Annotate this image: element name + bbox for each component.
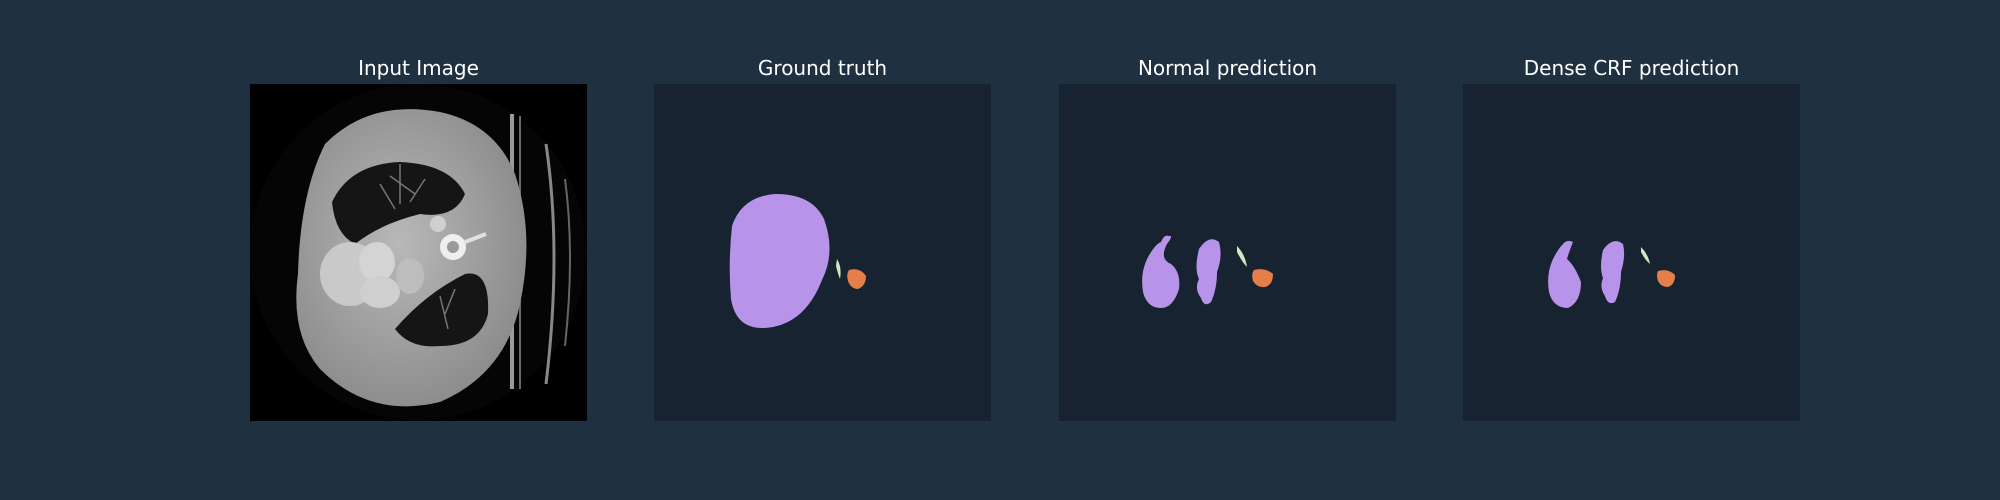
dense-crf-prediction-mask xyxy=(1463,84,1800,421)
ground-truth-mask xyxy=(654,84,991,421)
panel-title: Dense CRF prediction xyxy=(1523,56,1740,80)
panel-input-image: Input Image xyxy=(250,0,587,500)
panel-title: Input Image xyxy=(358,56,479,80)
ct-scan-image xyxy=(250,84,587,421)
normal-prediction-mask xyxy=(1059,84,1396,421)
panel-dense-crf-prediction: Dense CRF prediction xyxy=(1463,0,1800,500)
panel-title: Ground truth xyxy=(757,56,888,80)
panel-normal-prediction: Normal prediction xyxy=(1059,0,1396,500)
panel-ground-truth: Ground truth xyxy=(654,0,991,500)
panel-title: Normal prediction xyxy=(1137,56,1318,80)
